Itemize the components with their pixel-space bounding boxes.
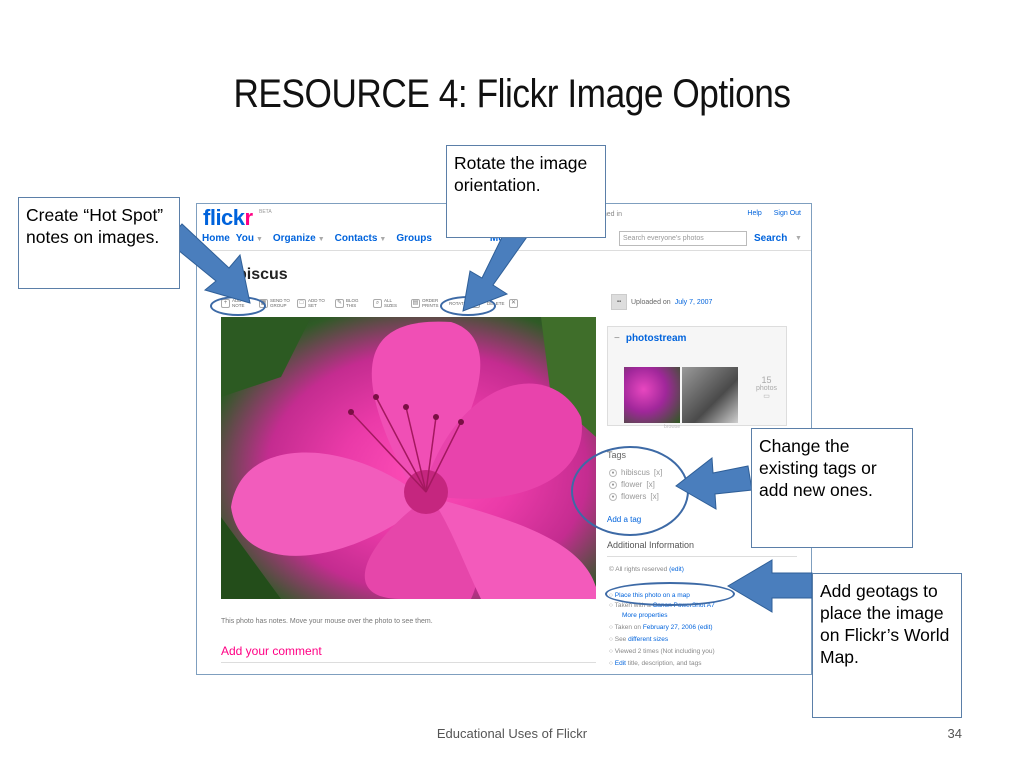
notes-hint: This photo has notes. Move your mouse ov… xyxy=(221,618,433,625)
sizes-prefix: See xyxy=(614,636,627,643)
blog-this-button[interactable]: ✎ BLOG THIS xyxy=(335,298,366,308)
different-sizes-link[interactable]: different sizes xyxy=(628,636,668,643)
map-highlight xyxy=(605,582,735,606)
rotate-highlight xyxy=(440,296,496,316)
blog-this-icon: ✎ xyxy=(335,298,344,308)
photostream-box: − photostream 15 photos ▭ browse xyxy=(607,326,787,430)
help-link[interactable]: Help xyxy=(747,210,761,217)
beta-label: BETA xyxy=(259,209,272,215)
add-note-highlight xyxy=(210,296,266,316)
search-button[interactable]: Search xyxy=(754,233,787,244)
browse-link[interactable]: browse xyxy=(664,424,680,430)
chevron-down-icon[interactable]: ▼ xyxy=(379,236,386,243)
slide-title: RESOURCE 4: Flickr Image Options xyxy=(233,72,791,116)
rights-text: All rights reserved xyxy=(615,566,668,573)
taken-item: ○ Taken on February 27, 2006 (edit) xyxy=(609,624,713,631)
tags-highlight xyxy=(571,446,689,536)
rights-item: © All rights reserved (edit) xyxy=(609,566,684,573)
chevron-down-icon[interactable]: ▼ xyxy=(256,236,263,243)
photo-count-label: photos xyxy=(756,385,778,392)
photo-count: 15 xyxy=(761,375,772,385)
chevron-down-icon[interactable]: ▼ xyxy=(318,236,325,243)
order-prints-icon: ▤ xyxy=(411,298,420,308)
add-comment-link[interactable]: Add your comment xyxy=(221,644,322,658)
callout-tags: Change the existing tags or add new ones… xyxy=(751,428,913,548)
top-links: Help Sign Out xyxy=(737,210,801,217)
toolbar-label: BLOG THIS xyxy=(346,298,359,308)
uploaded-date-link[interactable]: July 7, 2007 xyxy=(675,299,713,306)
taken-date-link[interactable]: February 27, 2006 xyxy=(643,624,696,631)
all-sizes-icon: ⌕ xyxy=(373,298,382,308)
all-sizes-button[interactable]: ⌕ ALL SIZES xyxy=(373,298,404,308)
edit-item: ○ Edit title, description, and tags xyxy=(609,660,702,667)
nav-divider xyxy=(197,250,811,251)
toolbar-label: SEND TO GROUP xyxy=(270,298,290,308)
edit-suffix: title, description, and tags xyxy=(627,660,702,667)
more-properties-item: More properties xyxy=(622,612,668,619)
photo-title: Hibiscus xyxy=(221,266,288,283)
page-number: 34 xyxy=(947,726,962,741)
sizes-item: ○ See different sizes xyxy=(609,636,669,643)
photostream-thumb[interactable] xyxy=(624,367,680,423)
hibiscus-photo[interactable] xyxy=(221,317,596,599)
callout-hot-spot-notes: Create “Hot Spot” notes on images. xyxy=(18,197,180,289)
photostream-header[interactable]: − photostream xyxy=(614,333,686,344)
rights-edit-link[interactable]: (edit) xyxy=(669,566,684,573)
logo-text-pink: r xyxy=(244,205,254,230)
nav-contacts[interactable]: Contacts ▼ xyxy=(335,233,391,244)
callout-rotate: Rotate the image orientation. xyxy=(446,145,606,238)
add-to-set-button[interactable]: □ ADD TO SET xyxy=(297,298,328,308)
sign-out-link[interactable]: Sign Out xyxy=(774,210,801,217)
slideshow-icon[interactable]: ▭ xyxy=(756,392,777,400)
more-properties-link[interactable]: More properties xyxy=(622,612,668,619)
nav-you[interactable]: You ▼ xyxy=(236,233,267,244)
nav-contacts-label: Contacts xyxy=(334,233,378,244)
toolbar-label: ORDER PRINTS xyxy=(422,298,439,308)
chevron-down-icon[interactable]: ▼ xyxy=(795,235,802,242)
add-to-set-icon: □ xyxy=(297,298,306,308)
hibiscus-illustration xyxy=(221,317,596,599)
toolbar-label: ADD TO SET xyxy=(308,298,325,308)
nav-you-label: You xyxy=(235,233,254,244)
views-text: Viewed 2 times (Not including you) xyxy=(614,648,715,655)
photostream-thumb[interactable] xyxy=(682,367,738,423)
callout-geotags: Add geotags to place the image on Flickr… xyxy=(812,573,962,718)
photostream-count: 15 photos ▭ xyxy=(756,375,777,400)
flickr-screenshot: flickr BETA gned in Help Sign Out Home Y… xyxy=(196,203,812,675)
logo-text: flick xyxy=(203,205,245,230)
photostream-label: photostream xyxy=(625,333,687,344)
toolbar-label: ALL SIZES xyxy=(384,298,398,308)
taken-edit-link[interactable]: (edit) xyxy=(698,624,713,631)
nav-organize-label: Organize xyxy=(272,233,316,244)
additional-info-divider xyxy=(607,556,797,557)
taken-prefix: Taken on xyxy=(614,624,642,631)
edit-link[interactable]: Edit xyxy=(615,660,626,667)
collapse-icon[interactable]: − xyxy=(614,333,620,344)
uploaded-info: ▪▪ Uploaded on July 7, 2007 xyxy=(611,294,712,310)
views-item: ○ Viewed 2 times (Not including you) xyxy=(609,648,715,655)
flickr-logo[interactable]: flickr xyxy=(203,205,253,231)
comment-divider xyxy=(221,662,596,663)
additional-info-heading: Additional Information xyxy=(607,540,695,550)
delete-icon: ✕ xyxy=(509,298,518,308)
nav-organize[interactable]: Organize ▼ xyxy=(273,233,329,244)
order-prints-button[interactable]: ▤ ORDER PRINTS xyxy=(411,298,442,308)
nav-home[interactable]: Home xyxy=(202,233,230,244)
uploaded-prefix: Uploaded on xyxy=(631,298,671,306)
nav-groups[interactable]: Groups xyxy=(396,233,432,244)
slide-footer: Educational Uses of Flickr xyxy=(436,726,588,741)
search-input[interactable]: Search everyone's photos xyxy=(619,231,747,246)
avatar[interactable]: ▪▪ xyxy=(611,294,627,310)
